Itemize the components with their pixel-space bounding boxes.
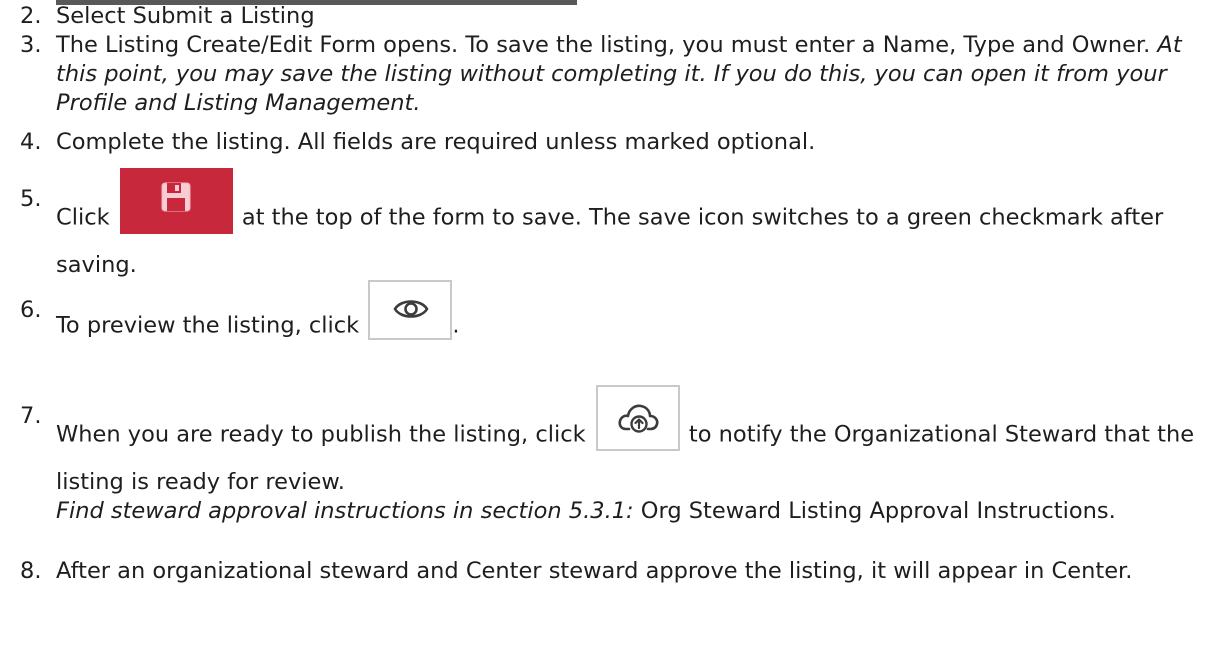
step-number: 4. (20, 129, 42, 155)
step-number: 3. (20, 32, 42, 58)
step-8: 8. After an organizational steward and C… (20, 557, 1203, 586)
step-text: Select Submit a Listing (56, 3, 315, 29)
step-2: 2. Select Submit a Listing (20, 2, 1203, 31)
step-number: 6. (20, 297, 42, 323)
save-button[interactable] (119, 168, 233, 234)
step-note: Find steward approval instructions in se… (56, 498, 634, 524)
publish-button[interactable] (595, 385, 680, 451)
step-text-before: Click (56, 204, 117, 231)
step-text-before: When you are ready to publish the listin… (56, 421, 593, 448)
step-note-tail: Org Steward Listing Approval Instruction… (633, 498, 1116, 524)
step-text: After an organizational steward and Cent… (56, 558, 1133, 584)
step-number: 7. (20, 403, 42, 429)
step-number: 8. (20, 558, 42, 584)
preview-button[interactable] (368, 280, 453, 340)
step-text: Complete the listing. All fields are req… (56, 129, 816, 155)
step-number: 2. (20, 3, 42, 29)
step-text-before: To preview the listing, click (56, 312, 367, 339)
step-4: 4. Complete the listing. All fields are … (20, 128, 1203, 157)
step-5: 5. Click at the top of the form to save.… (20, 168, 1203, 280)
step-7: 7. When you are ready to publish the lis… (20, 385, 1203, 526)
step-6: 6. To preview the listing, click . (20, 280, 1203, 356)
step-3: 3. The Listing Create/Edit Form opens. T… (20, 31, 1203, 118)
step-text: The Listing Create/Edit Form opens. To s… (56, 32, 1158, 58)
step-number: 5. (20, 186, 42, 212)
step-text-after: . (452, 312, 460, 339)
